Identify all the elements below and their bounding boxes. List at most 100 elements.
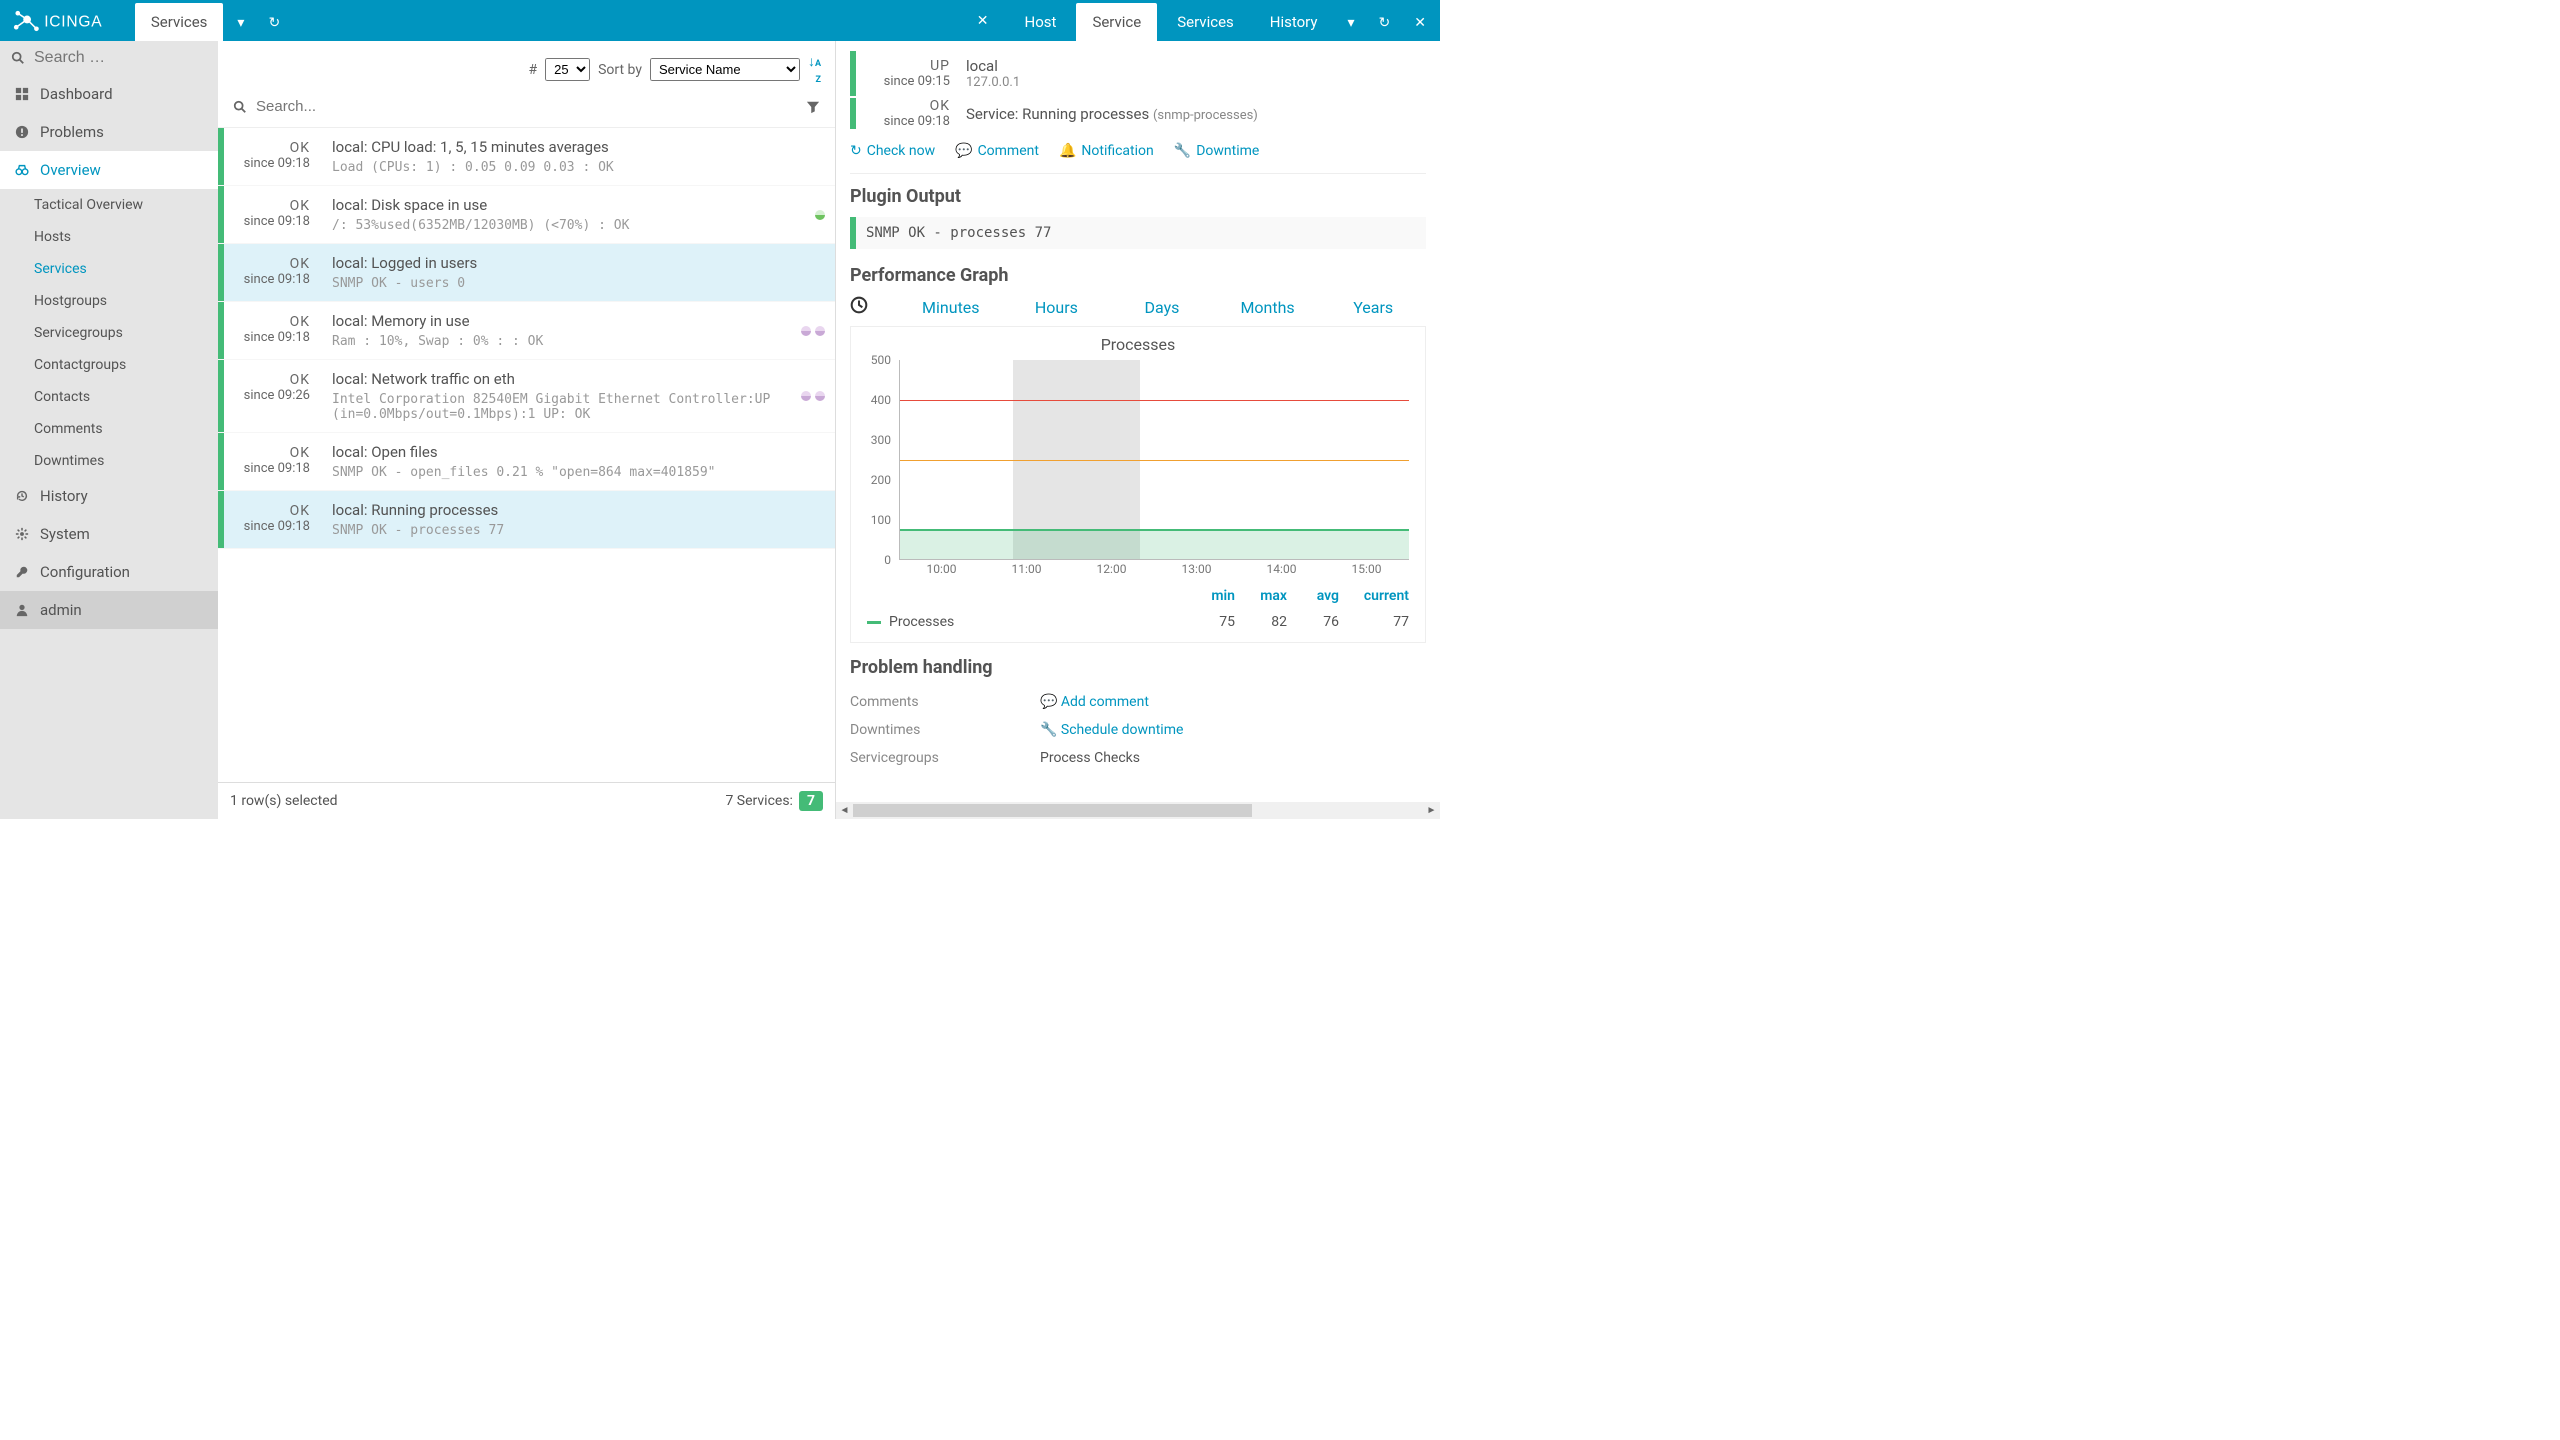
sidebar: DashboardProblems Overview Tactical Overvi…	[0, 41, 218, 819]
status-cell: OK since 09:26	[224, 360, 320, 432]
page-size-select[interactable]: 25	[545, 58, 590, 81]
range-months[interactable]: Months	[1215, 298, 1321, 317]
list-controls: # 25 Sort by Service Name ↓AZ	[218, 41, 835, 94]
left-close-icon[interactable]: ✕	[967, 3, 999, 39]
host-name[interactable]: local	[966, 57, 1020, 75]
scroll-right-icon[interactable]: ►	[1423, 805, 1440, 816]
tab-service[interactable]: Service	[1076, 3, 1157, 41]
brand-logo[interactable]: ICINGA	[0, 7, 135, 35]
service-row[interactable]: OK since 09:18 local: Logged in users SN…	[218, 244, 835, 302]
left-tabstrip: Services ▾ ↻	[135, 0, 290, 41]
x-tick: 12:00	[1097, 562, 1127, 576]
tab-chevron-right-icon[interactable]: ▾	[1338, 5, 1365, 41]
service-title: local: Disk space in use	[332, 196, 823, 214]
nav-history[interactable]: History	[0, 477, 218, 515]
services-total-label: 7 Services:	[725, 793, 793, 809]
y-tick: 400	[871, 393, 891, 407]
nav-user[interactable]: admin	[0, 591, 218, 629]
service-row[interactable]: OK since 09:18 local: CPU load: 1, 5, 15…	[218, 128, 835, 186]
downtime-action[interactable]: 🔧 Downtime	[1174, 143, 1260, 159]
service-row[interactable]: OK since 09:18 local: Running processes …	[218, 491, 835, 549]
nav-sub-hostgroups[interactable]: Hostgroups	[0, 285, 218, 317]
status-text: OK	[228, 198, 310, 214]
nav-sub-contactgroups[interactable]: Contactgroups	[0, 349, 218, 381]
service-output: Intel Corporation 82540EM Gigabit Ethern…	[332, 392, 823, 422]
scroll-left-icon[interactable]: ◄	[836, 805, 853, 816]
sort-by-select[interactable]: Service Name	[650, 58, 800, 81]
nav-sub-contacts[interactable]: Contacts	[0, 381, 218, 413]
tab-refresh-icon[interactable]: ↻	[258, 5, 290, 41]
x-tick: 13:00	[1182, 562, 1212, 576]
range-minutes[interactable]: Minutes	[898, 298, 1004, 317]
sort-direction-icon[interactable]: ↓AZ	[808, 53, 821, 86]
problem-action-link[interactable]: 💬 Add comment	[1040, 694, 1149, 710]
ok-count-badge[interactable]: 7	[799, 791, 823, 811]
x-tick: 10:00	[927, 562, 957, 576]
nav-sub-tactical-overview[interactable]: Tactical Overview	[0, 189, 218, 221]
nav-label: History	[40, 487, 88, 505]
perfdata-dot-icon	[801, 391, 811, 401]
service-row[interactable]: OK since 09:18 local: Memory in use Ram …	[218, 302, 835, 360]
tab-refresh-right-icon[interactable]: ↻	[1369, 5, 1401, 41]
tab-host[interactable]: Host	[1009, 3, 1073, 41]
status-cell: OK since 09:18	[224, 491, 320, 548]
range-years[interactable]: Years	[1320, 298, 1426, 317]
sidebar-search[interactable]	[0, 41, 218, 75]
sort-by-label: Sort by	[598, 62, 642, 78]
x-tick: 11:00	[1012, 562, 1042, 576]
legend-label: Processes	[889, 614, 954, 630]
scrollbar-thumb[interactable]	[853, 804, 1252, 817]
tab-chevron-icon[interactable]: ▾	[227, 5, 254, 41]
chart-container: Processes 010020030040050010:0011:0012:0…	[850, 326, 1426, 643]
nav-sub-comments[interactable]: Comments	[0, 413, 218, 445]
nav-system[interactable]: System	[0, 515, 218, 553]
service-row[interactable]: OK since 09:18 local: Disk space in use …	[218, 186, 835, 244]
status-cell: OK since 09:18	[224, 302, 320, 359]
tab-services[interactable]: Services	[135, 3, 224, 41]
service-state-bar	[850, 98, 856, 129]
service-row[interactable]: OK since 09:26 local: Network traffic on…	[218, 360, 835, 433]
status-since: since 09:26	[228, 388, 310, 403]
range-hours[interactable]: Hours	[1004, 298, 1110, 317]
threshold-line-warning	[900, 460, 1409, 461]
status-since: since 09:18	[228, 461, 310, 476]
horizontal-scrollbar[interactable]: ◄ ►	[836, 802, 1440, 819]
nav-configuration[interactable]: Configuration	[0, 553, 218, 591]
range-days[interactable]: Days	[1109, 298, 1215, 317]
services-search-input[interactable]	[256, 98, 797, 115]
clock-icon	[850, 296, 868, 318]
detail-actions: ↻ Check now 💬 Comment 🔔 Notification 🔧 D…	[850, 143, 1426, 159]
search-icon	[10, 50, 26, 66]
filter-icon[interactable]	[805, 99, 821, 115]
plugin-output: SNMP OK - processes 77	[850, 217, 1426, 249]
detail-column: UP since 09:15 local 127.0.0.1 OK since …	[836, 41, 1440, 819]
nav-sub-hosts[interactable]: Hosts	[0, 221, 218, 253]
nav-sub-downtimes[interactable]: Downtimes	[0, 445, 218, 477]
right-close-icon[interactable]: ✕	[1404, 5, 1440, 41]
nav-problems[interactable]: Problems	[0, 113, 218, 151]
service-output: SNMP OK - processes 77	[332, 523, 823, 538]
check-now-action[interactable]: ↻ Check now	[850, 143, 935, 159]
problem-action-link[interactable]: 🔧 Schedule downtime	[1040, 722, 1183, 738]
nav-overview[interactable]: Overview	[0, 151, 218, 189]
host-state-bar	[850, 51, 856, 96]
service-row[interactable]: OK since 09:18 local: Open files SNMP OK…	[218, 433, 835, 491]
wrench-icon	[14, 564, 30, 580]
comment-action[interactable]: 💬 Comment	[955, 143, 1039, 159]
nav-label: Overview	[40, 161, 101, 179]
tab-services-right[interactable]: Services	[1161, 3, 1250, 41]
series-processes	[900, 529, 1409, 559]
user-icon	[14, 602, 30, 618]
notification-action[interactable]: 🔔 Notification	[1059, 143, 1154, 159]
sidebar-search-input[interactable]	[34, 49, 174, 67]
status-cell: OK since 09:18	[224, 186, 320, 243]
nav-sub-servicegroups[interactable]: Servicegroups	[0, 317, 218, 349]
search-icon	[232, 99, 248, 115]
tab-history[interactable]: History	[1254, 3, 1334, 41]
nav-dashboard[interactable]: Dashboard	[0, 75, 218, 113]
chart-plot[interactable]: 010020030040050010:0011:0012:0013:0014:0…	[899, 360, 1409, 580]
service-check-command: (snmp-processes)	[1153, 108, 1258, 123]
status-since: since 09:18	[228, 214, 310, 229]
nav-sub-services[interactable]: Services	[0, 253, 218, 285]
alert-icon	[14, 124, 30, 140]
